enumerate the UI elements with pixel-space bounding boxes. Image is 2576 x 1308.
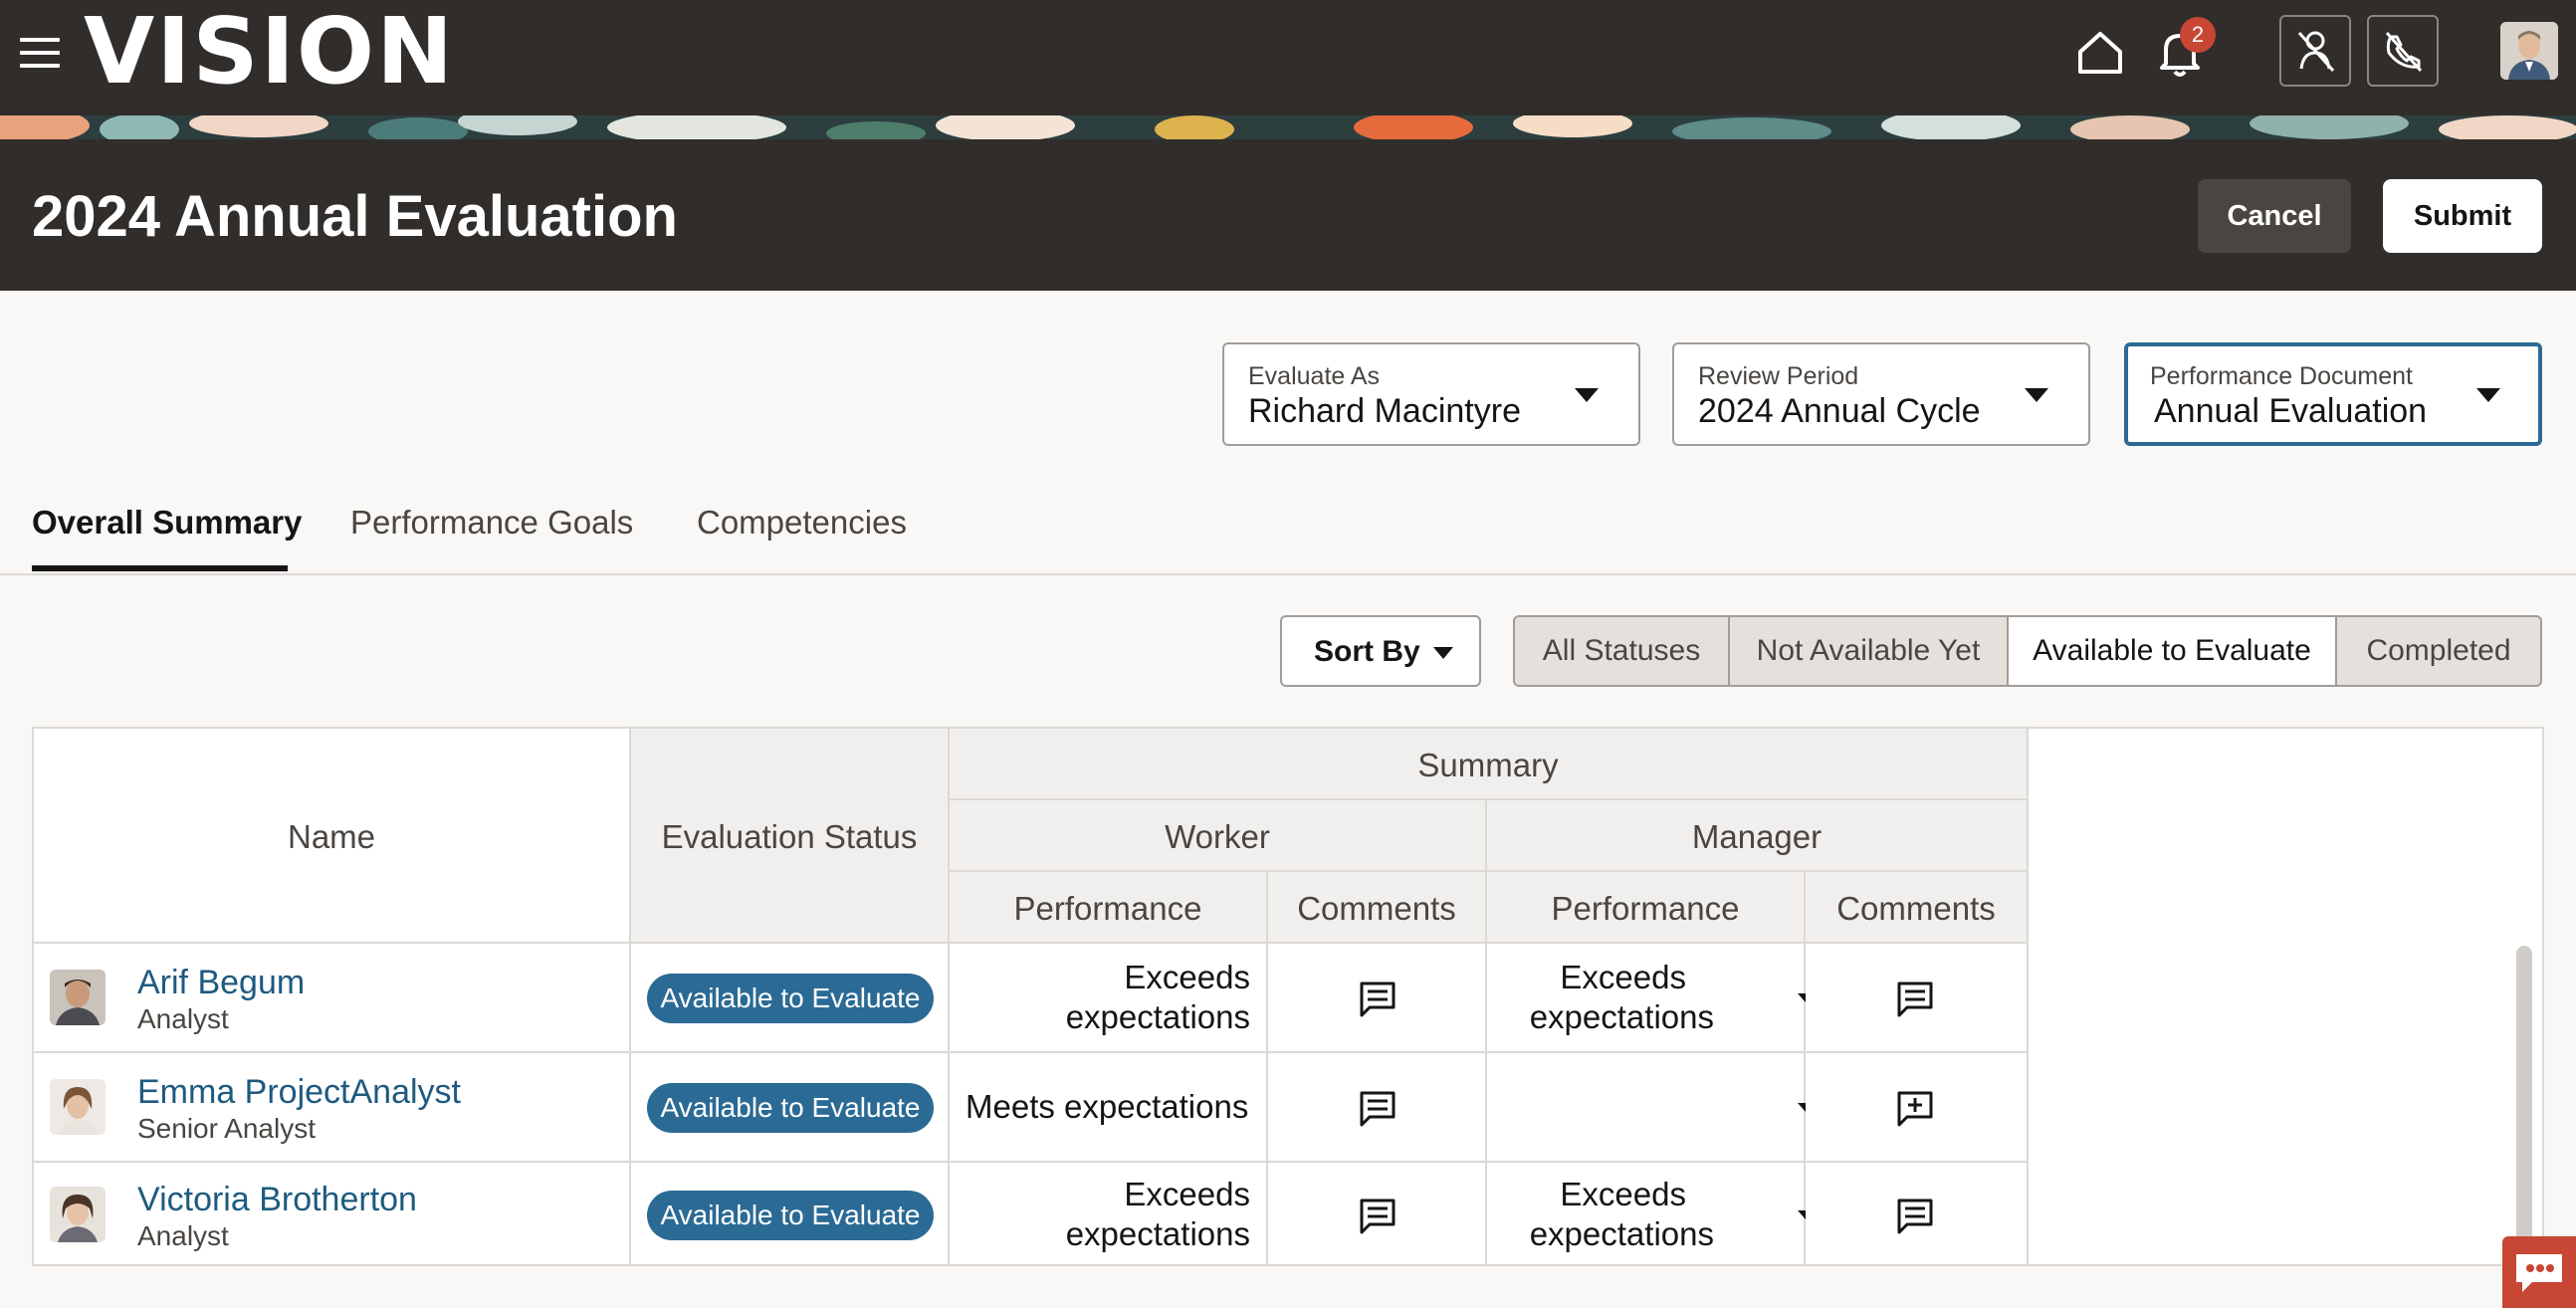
review-period-label: Review Period <box>1698 362 1859 390</box>
manager-comments-cell <box>1806 1053 2029 1163</box>
active-tab-indicator <box>32 565 288 571</box>
chevron-down-icon <box>2025 388 2048 402</box>
submit-button[interactable]: Submit <box>2383 179 2542 253</box>
filter-not-available-yet[interactable]: Not Available Yet <box>1728 615 2009 687</box>
filter-all-statuses[interactable]: All Statuses <box>1513 615 1730 687</box>
review-period-value: 2024 Annual Cycle <box>1698 392 1981 430</box>
tab-overall-summary[interactable]: Overall Summary <box>32 504 302 542</box>
table-row-status-cell: Available to Evaluate <box>631 1163 950 1266</box>
no-user-button[interactable] <box>2279 15 2351 87</box>
add-comment-icon[interactable] <box>1895 1089 1935 1129</box>
column-header-worker-comments[interactable]: Comments <box>1268 872 1487 944</box>
decorative-banner <box>0 115 2576 139</box>
evaluation-table: Name Evaluation Status Summary Worker Ma… <box>32 727 2544 1266</box>
sort-by-label: Sort By <box>1314 635 1420 668</box>
manager-performance-select[interactable]: Exceeds expectations <box>1487 1163 1814 1266</box>
employee-photo <box>50 1187 106 1242</box>
status-badge: Available to Evaluate <box>647 974 934 1023</box>
employee-job-title: Analyst <box>137 1220 229 1251</box>
chevron-down-icon <box>2476 388 2500 402</box>
chevron-down-icon <box>1433 647 1453 659</box>
chat-icon <box>2516 1254 2562 1292</box>
employee-photo <box>50 970 106 1025</box>
column-header-name[interactable]: Name <box>34 729 631 944</box>
employee-name-link[interactable]: Victoria Brotherton <box>137 1181 417 1219</box>
user-avatar[interactable] <box>2500 22 2558 80</box>
evaluate-as-select[interactable]: Evaluate As Richard Macintyre <box>1222 342 1640 446</box>
manager-rating-line2: expectations <box>1529 1215 1714 1252</box>
comment-icon[interactable] <box>1895 1197 1935 1236</box>
performance-document-label: Performance Document <box>2150 362 2414 390</box>
column-header-manager-performance[interactable]: Performance <box>1487 872 1806 944</box>
review-period-select[interactable]: Review Period 2024 Annual Cycle <box>1672 342 2090 446</box>
sort-by-button[interactable]: Sort By <box>1280 615 1481 687</box>
page-title: 2024 Annual Evaluation <box>32 184 678 249</box>
worker-performance-cell: Exceeds expectations <box>950 944 1268 1053</box>
manager-comments-cell <box>1806 944 2029 1053</box>
table-row-status-cell: Available to Evaluate <box>631 1053 950 1163</box>
worker-rating-line1: Meets expectations <box>966 1088 1249 1125</box>
employee-job-title: Analyst <box>137 1003 229 1034</box>
column-header-summary: Summary <box>950 729 2029 800</box>
tabs-divider <box>0 573 2576 575</box>
cancel-button[interactable]: Cancel <box>2198 179 2351 253</box>
worker-rating-line2: expectations <box>1065 1215 1250 1252</box>
performance-document-value: Annual Evaluation <box>2154 392 2428 430</box>
table-scrollbar[interactable] <box>2516 946 2532 1258</box>
no-call-button[interactable] <box>2367 15 2439 87</box>
column-header-worker-performance[interactable]: Performance <box>950 872 1268 944</box>
column-header-manager-comments[interactable]: Comments <box>1806 872 2029 944</box>
employee-job-title: Senior Analyst <box>137 1113 316 1144</box>
app-logo[interactable]: VISION <box>84 6 455 98</box>
table-row-name-cell: Emma ProjectAnalyst Senior Analyst <box>34 1053 631 1163</box>
comment-icon[interactable] <box>1358 1197 1397 1236</box>
comment-icon[interactable] <box>1358 980 1397 1019</box>
tab-performance-goals[interactable]: Performance Goals <box>350 504 633 542</box>
worker-rating-line1: Exceeds <box>1124 1176 1250 1212</box>
evaluate-as-value: Richard Macintyre <box>1248 392 1521 430</box>
worker-performance-cell: Exceeds expectations <box>950 1163 1268 1266</box>
manager-rating-line1: Exceeds <box>1560 1176 1686 1212</box>
performance-document-select[interactable]: Performance Document Annual Evaluation <box>2124 342 2542 446</box>
worker-rating-line1: Exceeds <box>1124 959 1250 995</box>
person-off-icon <box>2297 31 2335 73</box>
page-header: 2024 Annual Evaluation Cancel Submit <box>0 139 2576 291</box>
manager-rating-line1: Exceeds <box>1560 959 1686 995</box>
tab-competencies[interactable]: Competencies <box>697 504 907 542</box>
phone-off-icon <box>2385 31 2423 73</box>
worker-comments-cell <box>1268 944 1487 1053</box>
table-row-name-cell: Arif Begum Analyst <box>34 944 631 1053</box>
manager-comments-cell <box>1806 1163 2029 1266</box>
chevron-down-icon <box>1575 388 1599 402</box>
filter-available-to-evaluate[interactable]: Available to Evaluate <box>2007 615 2337 687</box>
status-badge: Available to Evaluate <box>647 1191 934 1240</box>
table-row-status-cell: Available to Evaluate <box>631 944 950 1053</box>
column-header-evaluation-status[interactable]: Evaluation Status <box>631 729 950 944</box>
manager-performance-select[interactable]: Exceeds expectations <box>1487 944 1814 1053</box>
worker-comments-cell <box>1268 1163 1487 1266</box>
employee-name-link[interactable]: Emma ProjectAnalyst <box>137 1073 461 1112</box>
column-header-manager: Manager <box>1487 800 2029 872</box>
notification-count-badge: 2 <box>2180 17 2216 53</box>
home-icon[interactable] <box>2070 22 2130 82</box>
global-header: VISION 2 <box>0 0 2576 115</box>
comment-icon[interactable] <box>1895 980 1935 1019</box>
manager-performance-select[interactable] <box>1487 1053 1814 1163</box>
manager-rating-line2: expectations <box>1529 998 1714 1035</box>
worker-performance-cell: Meets expectations <box>950 1053 1268 1163</box>
worker-rating-line2: expectations <box>1065 998 1250 1035</box>
comment-icon[interactable] <box>1358 1089 1397 1129</box>
worker-comments-cell <box>1268 1053 1487 1163</box>
table-row-name-cell: Victoria Brotherton Analyst <box>34 1163 631 1266</box>
evaluate-as-label: Evaluate As <box>1248 362 1381 390</box>
filter-completed[interactable]: Completed <box>2335 615 2542 687</box>
employee-name-link[interactable]: Arif Begum <box>137 964 305 1002</box>
employee-photo <box>50 1079 106 1135</box>
chat-button[interactable] <box>2502 1236 2576 1308</box>
menu-icon[interactable] <box>20 38 60 68</box>
status-badge: Available to Evaluate <box>647 1083 934 1133</box>
column-header-worker: Worker <box>950 800 1487 872</box>
